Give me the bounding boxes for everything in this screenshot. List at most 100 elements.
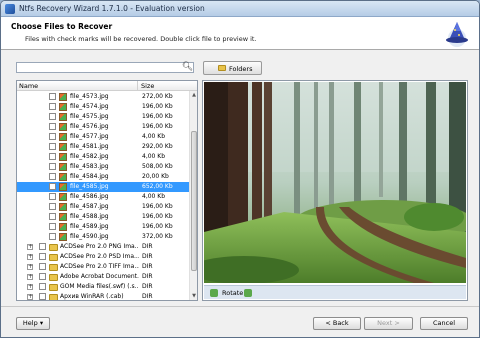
folder-row[interactable]: + Архив WinRAR (.cab) DIR [17,292,189,300]
rotate-label: Rotate [222,289,244,297]
row-checkbox[interactable] [49,133,56,140]
folder-icon [218,65,226,71]
row-checkbox[interactable] [49,233,56,240]
expand-icon[interactable]: + [27,294,33,300]
help-button-label: Help [22,319,38,327]
row-name: file_4575.jpg [70,113,109,120]
folders-button-label: Folders [229,65,253,73]
file-row[interactable]: file_4584.jpg 20,00 Kb [17,172,189,182]
row-checkbox[interactable] [49,113,56,120]
file-row[interactable]: file_4576.jpg 196,00 Kb [17,122,189,132]
magnifier-icon[interactable]: 🔍︎ [181,61,194,74]
next-button[interactable]: Next > [364,317,413,330]
row-size: 196,00 Kb [142,103,173,110]
file-row[interactable]: file_4583.jpg 508,00 Kb [17,162,189,172]
row-checkbox[interactable] [39,293,46,300]
image-file-icon [59,203,67,211]
file-row[interactable]: file_4577.jpg 4,00 Kb [17,132,189,142]
back-button[interactable]: < Back [313,317,361,330]
folders-button[interactable]: Folders [203,61,262,75]
row-checkbox[interactable] [49,153,56,160]
row-name: GOM Media files(.swf) (.s... [60,283,139,290]
page-title: Choose Files to Recover [11,22,113,31]
title-bar[interactable]: Ntfs Recovery Wizard 1.7.1.0 - Evaluatio… [1,1,479,17]
image-file-icon [59,173,67,181]
row-name: file_4586.jpg [70,193,109,200]
expand-icon[interactable]: + [27,244,33,250]
row-size: 20,00 Kb [142,173,169,180]
row-checkbox[interactable] [49,173,56,180]
folder-row[interactable]: + ACDSee Pro 2.0 PSD Ima... DIR [17,252,189,262]
row-size: DIR [142,273,153,280]
row-checkbox[interactable] [49,213,56,220]
file-row[interactable]: file_4585.jpg 652,00 Kb [17,182,189,192]
expand-icon[interactable]: + [27,274,33,280]
rotate-right-icon[interactable] [244,289,252,297]
row-name: file_4581.jpg [70,143,109,150]
row-checkbox[interactable] [49,93,56,100]
page-subtitle: Files with check marks will be recovered… [25,35,257,43]
column-header-name[interactable]: Name [19,82,38,90]
file-row[interactable]: file_4582.jpg 4,00 Kb [17,152,189,162]
file-row[interactable]: file_4588.jpg 196,00 Kb [17,212,189,222]
file-row[interactable]: file_4587.jpg 196,00 Kb [17,202,189,212]
file-row[interactable]: file_4590.jpg 372,00 Kb [17,232,189,242]
row-checkbox[interactable] [49,123,56,130]
row-checkbox[interactable] [49,103,56,110]
row-size: 196,00 Kb [142,113,173,120]
column-header-size[interactable]: Size [141,82,154,90]
file-row[interactable]: file_4581.jpg 292,00 Kb [17,142,189,152]
scroll-down-icon[interactable]: ▼ [190,292,197,300]
cancel-button[interactable]: Cancel [420,317,468,330]
row-name: file_4585.jpg [70,183,109,190]
file-row[interactable]: file_4573.jpg 272,00 Kb [17,92,189,102]
file-row[interactable]: file_4574.jpg 196,00 Kb [17,102,189,112]
image-file-icon [59,163,67,171]
file-tree[interactable]: Name Size file_4573.jpg 272,00 Kb file_457… [16,80,198,301]
row-checkbox[interactable] [49,223,56,230]
row-checkbox[interactable] [49,183,56,190]
file-row[interactable]: file_4589.jpg 196,00 Kb [17,222,189,232]
folder-row[interactable]: + ACDSee Pro 2.0 PNG Ima... DIR [17,242,189,252]
row-checkbox[interactable] [49,193,56,200]
row-checkbox[interactable] [39,243,46,250]
row-checkbox[interactable] [49,143,56,150]
row-checkbox[interactable] [39,253,46,260]
rotate-toolbar: Rotate [204,285,466,299]
image-file-icon [59,143,67,151]
folder-icon [49,294,58,300]
folder-icon [49,244,58,251]
app-window: Ntfs Recovery Wizard 1.7.1.0 - Evaluatio… [0,0,480,338]
folder-icon [49,274,58,281]
expand-icon[interactable]: + [27,264,33,270]
vertical-scrollbar[interactable]: ▲ ▼ [189,91,197,300]
row-checkbox[interactable] [39,283,46,290]
image-file-icon [59,123,67,131]
scroll-thumb[interactable] [191,131,197,271]
image-file-icon [59,193,67,201]
row-size: 196,00 Kb [142,213,173,220]
row-size: DIR [142,263,153,270]
image-file-icon [59,223,67,231]
row-checkbox[interactable] [49,163,56,170]
row-name: file_4577.jpg [70,133,109,140]
folder-row[interactable]: + Adobe Acrobat Document... DIR [17,272,189,282]
row-size: 272,00 Kb [142,93,173,100]
help-button[interactable]: Help ▾ [16,317,50,330]
row-checkbox[interactable] [39,263,46,270]
row-name: file_4576.jpg [70,123,109,130]
file-row[interactable]: file_4586.jpg 4,00 Kb [17,192,189,202]
row-checkbox[interactable] [39,273,46,280]
expand-icon[interactable]: + [27,254,33,260]
folder-row[interactable]: + ACDSee Pro 2.0 TIFF Ima... DIR [17,262,189,272]
rotate-left-icon[interactable] [210,289,218,297]
file-row[interactable]: file_4575.jpg 196,00 Kb [17,112,189,122]
column-divider[interactable] [137,81,138,91]
expand-icon[interactable]: + [27,284,33,290]
chevron-down-icon: ▾ [39,319,44,327]
row-checkbox[interactable] [49,203,56,210]
folder-row[interactable]: + GOM Media files(.swf) (.s... DIR [17,282,189,292]
row-size: DIR [142,253,153,260]
search-input[interactable] [16,62,194,73]
scroll-up-icon[interactable]: ▲ [190,91,197,99]
